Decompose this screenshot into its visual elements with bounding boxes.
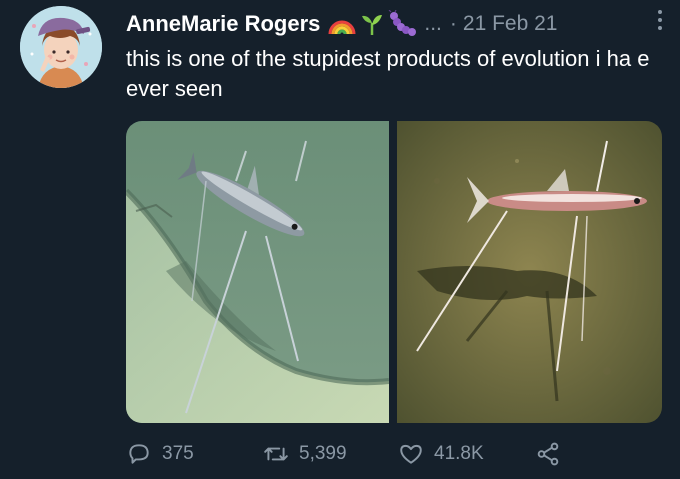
tweet-date[interactable]: 21 Feb 21 [463,12,558,36]
author-name[interactable]: AnneMarie Rogers [126,11,320,37]
media-grid [126,121,662,423]
share-button[interactable] [535,441,571,467]
author-emojis [328,10,418,38]
reply-button[interactable]: 375 [126,441,263,467]
seedling-emoji-icon [362,15,383,35]
tweet-actions: 375 5,399 41.8K [126,436,666,472]
avatar[interactable] [20,6,102,88]
avatar-illustration [20,6,102,88]
tripod-fish-seafloor-image [397,121,662,423]
heart-icon [400,444,422,464]
share-icon [537,442,559,466]
retweet-count: 5,399 [299,443,347,464]
photo-left[interactable] [126,121,389,423]
caterpillar-emoji-icon [388,10,417,36]
photo-right[interactable] [397,121,662,423]
header-separator: · [449,12,457,35]
like-count: 41.8K [434,443,484,464]
retweet-button[interactable]: 5,399 [263,441,398,467]
tweet-text: this is one of the stupidest products of… [126,46,650,101]
reply-icon [129,444,149,464]
more-options-icon[interactable] [656,10,664,34]
rainbow-emoji-icon [328,20,356,35]
tripod-fish-slope-image [126,121,389,423]
author-handle[interactable]: ... [424,12,442,36]
like-button[interactable]: 41.8K [398,441,535,467]
tweet-header: AnneMarie Rogers ... · 21 Feb 21 [126,8,668,40]
reply-count: 375 [162,443,194,464]
retweet-icon [264,447,288,461]
